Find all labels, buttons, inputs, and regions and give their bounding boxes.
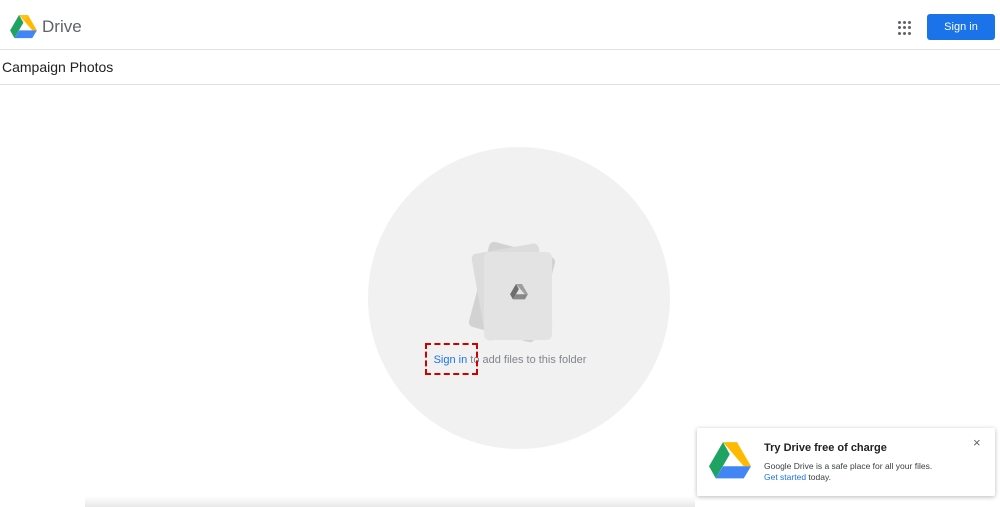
folder-title-bar: Campaign Photos <box>0 51 1000 85</box>
top-bar: Drive Sign in <box>0 0 1000 50</box>
bottom-shadow <box>85 496 695 507</box>
drive-mono-icon <box>510 284 528 300</box>
empty-folder-illustration <box>467 240 568 344</box>
get-started-link[interactable]: Get started <box>764 472 806 482</box>
promo-toast: Try Drive free of charge Google Drive is… <box>697 428 995 496</box>
promo-text: Google Drive is a safe place for all you… <box>764 461 933 471</box>
brand-name[interactable]: Drive <box>42 17 82 37</box>
empty-state-message: Sign in to add files to this folder <box>0 354 1000 366</box>
apps-grid-icon[interactable] <box>898 21 912 35</box>
drive-logo-icon <box>709 442 751 479</box>
sign-in-highlight-box <box>425 343 478 375</box>
promo-title: Try Drive free of charge <box>764 442 887 454</box>
promo-link-suffix: today. <box>806 472 831 482</box>
folder-title: Campaign Photos <box>2 59 114 75</box>
illustration-card-front <box>484 252 552 340</box>
close-icon[interactable]: × <box>973 436 981 449</box>
empty-state-text: to add files to this folder <box>467 354 587 366</box>
sign-in-button[interactable]: Sign in <box>927 14 995 40</box>
drive-logo-icon[interactable] <box>10 15 37 39</box>
promo-body: Google Drive is a safe place for all you… <box>764 461 984 483</box>
